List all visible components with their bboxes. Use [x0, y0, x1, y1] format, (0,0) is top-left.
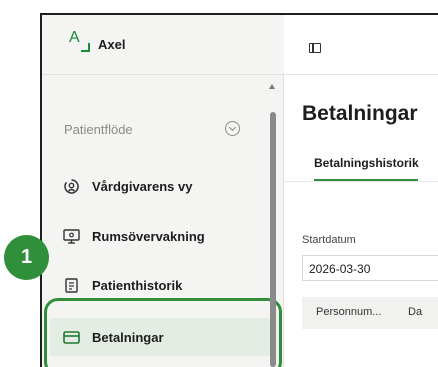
- table-header: Personnum... Da: [302, 297, 438, 329]
- app-name: Axel: [98, 37, 126, 52]
- page-title: Betalningar: [302, 102, 418, 125]
- start-date-field[interactable]: 2026-03-30: [302, 255, 438, 281]
- step-number-badge: 1: [4, 235, 49, 280]
- vardgivare-icon: [64, 179, 79, 194]
- column-header-datum[interactable]: Da: [408, 306, 422, 318]
- step-highlight-outline: [44, 298, 282, 367]
- start-date-value: 2026-03-30: [309, 262, 371, 276]
- chevron-down-icon[interactable]: [225, 121, 240, 136]
- logo-letter: A: [69, 29, 80, 46]
- start-date-label: Startdatum: [302, 234, 356, 246]
- sidebar-item-rumsovervakning[interactable]: Rumsövervakning: [50, 219, 267, 253]
- sidebar-scrollbar[interactable]: [267, 76, 279, 367]
- sidebar-toggle-icon[interactable]: [309, 43, 321, 53]
- tab-betalningshistorik[interactable]: Betalningshistorik: [314, 156, 419, 170]
- history-icon: [65, 278, 78, 293]
- app-window: A Axel Patientflöde Vårdgivarens vy Rums…: [40, 13, 438, 367]
- monitor-icon: [63, 229, 80, 244]
- tab-divider: [284, 181, 438, 182]
- sidebar: A Axel Patientflöde Vårdgivarens vy Rums…: [42, 15, 284, 367]
- section-title-patientflode: Patientflöde: [64, 122, 133, 137]
- sidebar-item-label: Vårdgivarens vy: [92, 179, 193, 194]
- main-content: Betalningar Betalningshistorik Startdatu…: [284, 15, 438, 367]
- sidebar-nav: Patientflöde Vårdgivarens vy Rumsövervak…: [42, 76, 284, 367]
- axel-logo-icon: A: [69, 29, 91, 53]
- sidebar-item-patienthistorik[interactable]: Patienthistorik: [50, 268, 267, 302]
- top-bar: [284, 15, 438, 75]
- scrollbar-thumb[interactable]: [270, 112, 276, 367]
- sidebar-item-vardgivarens-vy[interactable]: Vårdgivarens vy: [50, 169, 267, 203]
- sidebar-item-label: Rumsövervakning: [92, 229, 205, 244]
- sidebar-item-label: Patienthistorik: [92, 278, 183, 293]
- column-header-personnummer[interactable]: Personnum...: [316, 306, 381, 318]
- brand-header[interactable]: A Axel: [42, 15, 284, 75]
- scroll-up-arrow-icon[interactable]: [269, 84, 275, 89]
